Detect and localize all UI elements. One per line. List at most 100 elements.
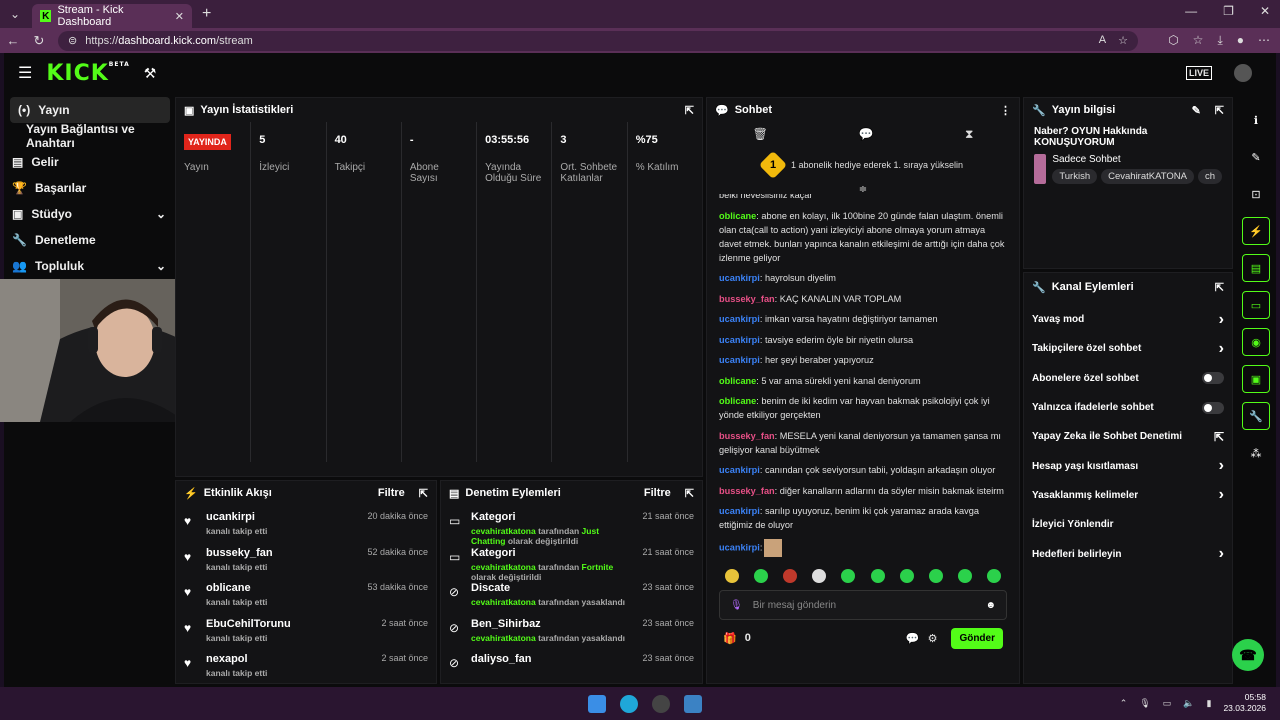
channel-action-item[interactable]: Yapay Zeka ile Sohbet Denetimi ⇱ — [1024, 422, 1232, 451]
emote-icon[interactable] — [958, 569, 973, 583]
read-aloud-icon[interactable]: A — [1099, 34, 1106, 47]
pin-icon[interactable]: ⚒ — [144, 65, 157, 82]
start-icon[interactable] — [588, 695, 606, 713]
chat-username[interactable]: oblicane — [719, 396, 756, 406]
pinned-leaderboard[interactable]: 1 1 abonelik hediye ederek 1. sıraya yük… — [707, 146, 1019, 184]
channel-action-item[interactable]: Yavaş mod › — [1024, 305, 1232, 334]
sidebar-item-yayin[interactable]: (•) Yayın — [10, 97, 170, 123]
edit-icon[interactable]: ✎ — [1242, 143, 1270, 171]
channel-action-item[interactable]: Abonelere özel sohbet — [1024, 364, 1232, 393]
list-item[interactable]: ♥ EbuCehilTorunu kanalı takip etti 2 saat ö… — [184, 612, 428, 648]
popout-icon[interactable]: ⇱ — [685, 487, 694, 500]
chat-username[interactable]: ucankirpi — [719, 355, 760, 365]
chat-username[interactable]: ucankirpi — [719, 273, 760, 283]
broadcast-icon[interactable]: ◉ — [1242, 328, 1270, 356]
reload-icon[interactable]: ↻ — [26, 33, 52, 49]
chat-input[interactable]: 🎙 Bir mesaj gönderin ☻ — [719, 590, 1007, 620]
toggle-switch[interactable] — [1202, 372, 1224, 385]
emote-icon[interactable] — [724, 569, 739, 583]
emote-icon[interactable] — [812, 569, 827, 583]
chat-username[interactable]: busseky_fan — [719, 294, 775, 304]
emote-icon[interactable] — [753, 569, 768, 583]
emote-icon[interactable] — [782, 569, 797, 583]
user-avatar[interactable] — [1234, 64, 1252, 82]
wrench-icon[interactable]: 🔧 — [1242, 402, 1270, 430]
app-icon[interactable] — [684, 695, 702, 713]
tray-expand-icon[interactable]: ⌃ — [1120, 698, 1128, 709]
camera-icon[interactable]: ⊡ — [1242, 180, 1270, 208]
url-field[interactable]: ⊜ https://dashboard.kick.com/stream A ☆ — [58, 30, 1138, 51]
sidebar-item-gelir[interactable]: ▤ Gelir — [4, 149, 174, 175]
collapse-icon[interactable]: ≑ — [707, 184, 1019, 195]
battery-icon[interactable]: ▮ — [1207, 698, 1212, 709]
toggle-switch[interactable] — [1202, 401, 1224, 414]
help-chat-button[interactable]: ☎ — [1232, 639, 1264, 671]
list-item[interactable]: ♥ busseky_fan kanalı takip etti 52 dakika ö… — [184, 541, 428, 577]
close-tab-icon[interactable]: ✕ — [175, 10, 184, 23]
obs-icon[interactable] — [652, 695, 670, 713]
emote-icon[interactable] — [841, 569, 856, 583]
favorites-icon[interactable]: ☆ — [1193, 33, 1204, 48]
sidebar-item-denetleme[interactable]: 🔧 Denetleme — [4, 227, 174, 253]
popout-icon[interactable]: ⇱ — [1215, 104, 1224, 117]
chat-settings-icon[interactable]: 💬 — [906, 632, 920, 645]
chat-username[interactable]: ucankirpi — [719, 542, 760, 552]
chat-username[interactable]: oblicane — [719, 211, 756, 221]
browser-tab[interactable]: K Stream - Kick Dashboard ✕ — [32, 4, 192, 28]
maximize-icon[interactable]: ❐ — [1223, 4, 1234, 18]
list-item[interactable]: ▭ Kategori cevahiratkatona tarafından Fort… — [449, 541, 694, 582]
list-item[interactable]: ♥ ucankirpi kanalı takip etti 20 dakika önc… — [184, 505, 428, 541]
chat-username[interactable]: busseky_fan — [719, 486, 775, 496]
popout-icon[interactable]: ⇱ — [1215, 281, 1224, 294]
layout-icon[interactable]: ▣ — [1242, 365, 1270, 393]
send-button[interactable]: Gönder — [951, 627, 1003, 649]
trash-icon[interactable]: 🗑 — [753, 127, 768, 141]
chat-username[interactable]: oblicane — [719, 376, 756, 386]
system-clock[interactable]: 05:58 23.03.2026 — [1223, 692, 1266, 714]
chat-bubble-icon[interactable]: 💬 — [859, 127, 874, 141]
sidebar-item-topluluk[interactable]: 👥 Topluluk ⌄ — [4, 253, 174, 279]
close-window-icon[interactable]: ✕ — [1260, 4, 1270, 18]
sidebar-item-stream-key[interactable]: Yayın Bağlantısı ve Anahtarı — [4, 122, 174, 150]
edge-icon[interactable] — [620, 695, 638, 713]
microphone-icon[interactable]: 🎙 — [1139, 698, 1150, 709]
filter-button[interactable]: Filtre — [644, 487, 671, 499]
microphone-icon[interactable]: 🎙 — [730, 600, 743, 611]
emote-icon[interactable] — [987, 569, 1002, 583]
chat-username[interactable]: ucankirpi — [719, 335, 760, 345]
live-badge-icon[interactable]: LIVE — [1185, 66, 1212, 80]
bolt-icon[interactable]: ⚡ — [1242, 217, 1270, 245]
emote-icon[interactable] — [928, 569, 943, 583]
new-tab-icon[interactable]: + — [202, 5, 211, 23]
volume-icon[interactable]: 🔈 — [1183, 698, 1194, 709]
channel-action-item[interactable]: Takipçilere özel sohbet › — [1024, 334, 1232, 363]
sidebar-item-studyo[interactable]: ▣ Stüdyo ⌄ — [4, 201, 174, 227]
chat-username[interactable]: oblicane — [719, 565, 756, 566]
channel-action-item[interactable]: İzleyici Yönlendir — [1024, 510, 1232, 539]
list-item[interactable]: ♥ nexapol kanalı takip etti 2 saat önce — [184, 647, 428, 683]
download-icon[interactable]: ⤓ — [1217, 33, 1222, 48]
channel-action-item[interactable]: Hesap yaşı kısıtlaması › — [1024, 451, 1232, 480]
extensions-icon[interactable]: ⬡ — [1168, 33, 1178, 48]
list-item[interactable]: ▭ Kategori cevahiratkatona tarafından Just… — [449, 505, 694, 546]
channel-action-item[interactable]: Hedefleri belirleyin › — [1024, 539, 1232, 568]
minimize-icon[interactable]: — — [1185, 4, 1197, 18]
list-item[interactable]: ⊘ Discate cevahiratkatona tarafından yasak… — [449, 576, 694, 612]
popout-icon[interactable]: ⇱ — [685, 104, 694, 117]
chat-username[interactable]: ucankirpi — [719, 314, 760, 324]
favorite-star-icon[interactable]: ☆ — [1118, 34, 1128, 47]
info-icon[interactable]: ℹ — [1242, 106, 1270, 134]
channel-action-item[interactable]: Yasaklanmış kelimeler › — [1024, 481, 1232, 510]
list-item[interactable]: ⊘ daliyso_fan 23 saat önce — [449, 647, 694, 683]
sidebar-item-basarilar[interactable]: 🏆 Başarılar — [4, 175, 174, 201]
emote-icon[interactable] — [870, 569, 885, 583]
chat-username[interactable]: busseky_fan — [719, 431, 775, 441]
site-info-icon[interactable]: ⊜ — [68, 34, 77, 47]
hourglass-icon[interactable]: ⧗ — [965, 127, 973, 142]
tab-list-icon[interactable]: ⌄ — [2, 3, 28, 25]
profile-avatar[interactable]: ● — [1237, 33, 1244, 48]
list-item[interactable]: ⊘ Ben_Sihirbaz cevahiratkatona tarafından … — [449, 612, 694, 648]
people-icon[interactable]: ⁂ — [1242, 439, 1270, 467]
back-icon[interactable]: ← — [0, 33, 26, 48]
more-icon[interactable]: ⋯ — [1258, 33, 1270, 48]
